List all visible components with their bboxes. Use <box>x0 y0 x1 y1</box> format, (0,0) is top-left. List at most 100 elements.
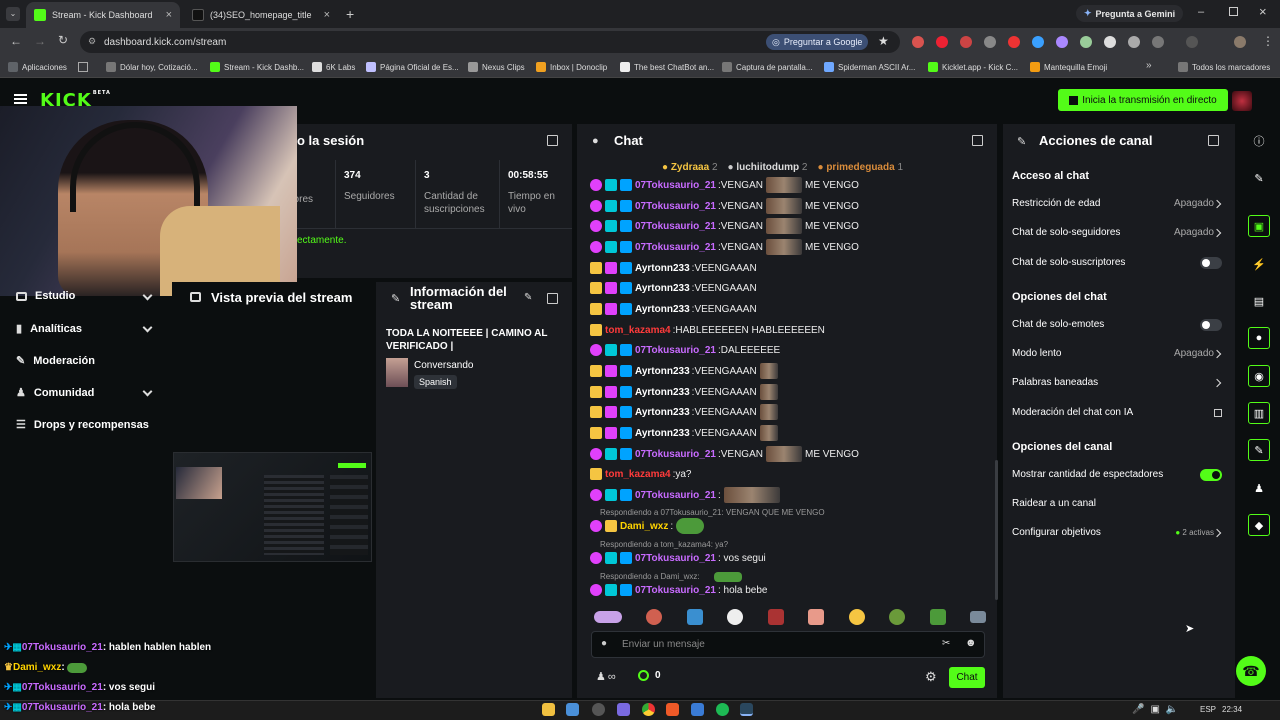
bookmark-star-icon[interactable]: ★ <box>878 34 889 48</box>
app-icon[interactable] <box>566 703 579 716</box>
new-tab-button[interactable]: + <box>346 6 354 22</box>
back-icon[interactable]: ← <box>10 34 22 48</box>
extension-icon[interactable] <box>1008 36 1020 48</box>
gemini-button[interactable]: ✦ Pregunta a Gemini <box>1076 5 1184 22</box>
expand-icon[interactable] <box>972 135 983 146</box>
bookmark-item[interactable]: Dólar hoy, Cotizació... <box>106 62 198 72</box>
help-chat-button[interactable]: ☎ <box>1236 656 1266 686</box>
chat-message[interactable]: 07Tokusaurio_21: DALEEEEEE <box>590 342 780 358</box>
chat-username[interactable]: tom_kazama4 <box>605 325 671 336</box>
emote-icon[interactable] <box>929 609 946 625</box>
bookmark-item[interactable]: The best ChatBot an... <box>620 62 714 72</box>
clock[interactable]: 22:34 <box>1222 705 1242 714</box>
extension-icon[interactable] <box>1128 36 1140 48</box>
chat-message[interactable]: Ayrtonn233: VEENGAAAN <box>590 384 781 400</box>
goals-row[interactable]: Configurar objetivos ● 2 activas <box>1012 527 1224 538</box>
raid-row[interactable]: Raidear a un canal <box>1012 498 1224 509</box>
edit-pencil-icon[interactable]: ✎ <box>524 292 532 303</box>
chat-message[interactable]: Ayrtonn233: VEENGAAAN <box>590 425 781 441</box>
hamburger-menu-icon[interactable] <box>14 94 27 104</box>
chat-username[interactable]: 07Tokusaurio_21 <box>635 490 716 501</box>
chat-username[interactable]: 07Tokusaurio_21 <box>635 221 716 232</box>
nav-studio[interactable]: Estudio <box>16 290 75 302</box>
chat-message[interactable]: 07Tokusaurio_21: <box>590 487 783 503</box>
chat-username[interactable]: Ayrtonn233 <box>635 387 690 398</box>
extension-icon[interactable] <box>1032 36 1044 48</box>
extension-icon[interactable] <box>1056 36 1068 48</box>
chat-username[interactable]: Ayrtonn233 <box>635 263 690 274</box>
maximize-button[interactable] <box>1229 7 1238 16</box>
nav-moderation[interactable]: ✎ Moderación <box>16 354 95 368</box>
followers-only-row[interactable]: Chat de solo-seguidores Apagado <box>1012 227 1224 238</box>
chat-message[interactable]: Ayrtonn233: VEENGAAAN <box>590 301 757 317</box>
tray-icons[interactable]: 🎤▣🔈 <box>1132 704 1184 715</box>
chat-icon[interactable]: ● <box>1248 327 1270 349</box>
chat-username[interactable]: tom_kazama4 <box>605 469 671 480</box>
channel-points[interactable]: 0 <box>638 670 661 681</box>
site-info-icon[interactable]: ⚙ <box>88 36 96 47</box>
bookmark-item[interactable]: Spiderman ASCII Ar... <box>824 62 915 72</box>
chat-username[interactable]: 07Tokusaurio_21 <box>635 449 716 460</box>
chat-message[interactable]: Ayrtonn233: VEENGAAAN <box>590 260 757 276</box>
emotes-only-toggle[interactable] <box>1200 319 1222 331</box>
emote-icon[interactable] <box>646 609 663 625</box>
emote-icon[interactable] <box>889 609 906 625</box>
more-bookmarks-icon[interactable]: » <box>1146 60 1152 71</box>
chat-message[interactable]: Ayrtonn233: VEENGAAAN <box>590 280 757 296</box>
chat-message[interactable]: 07Tokusaurio_21: VENGAN ME VENGO <box>590 177 859 193</box>
send-chat-button[interactable]: Chat <box>949 667 985 688</box>
bookmark-item[interactable]: Mantequilla Emoji <box>1030 62 1107 72</box>
gifter-item[interactable]: ● primedeguada 1 <box>817 162 903 173</box>
browser-menu-icon[interactable]: ⋮ <box>1262 34 1274 48</box>
chat-username[interactable]: 07Tokusaurio_21 <box>635 242 716 253</box>
gem-icon[interactable]: ◆ <box>1248 514 1270 536</box>
apps-grid-icon[interactable] <box>78 62 88 72</box>
bookmark-item[interactable]: Nexus Clips <box>468 62 525 72</box>
extension-icon[interactable] <box>984 36 996 48</box>
bookmark-item[interactable]: Kicklet.app - Kick C... <box>928 62 1018 72</box>
chat-message[interactable]: 07Tokusaurio_21: VENGAN ME VENGO <box>590 446 859 462</box>
extension-icon[interactable] <box>936 36 948 48</box>
close-tab-icon[interactable]: × <box>324 9 330 21</box>
download-icon[interactable] <box>1186 36 1198 48</box>
chat-input[interactable]: ● Enviar un mensaje ✂ ☻ <box>591 631 985 658</box>
chat-username[interactable]: 07Tokusaurio_21 <box>635 201 716 212</box>
nav-drops[interactable]: ☰ Drops y recompensas <box>16 418 149 432</box>
emote-icon[interactable] <box>686 609 703 625</box>
emote-icon[interactable] <box>848 609 865 625</box>
app-icon[interactable] <box>691 703 704 716</box>
bookmark-item[interactable]: Captura de pantalla... <box>722 62 813 72</box>
show-viewers-toggle[interactable] <box>1200 469 1222 481</box>
extension-icon[interactable] <box>960 36 972 48</box>
nav-community[interactable]: ♟ Comunidad <box>16 386 94 400</box>
broadcast-icon[interactable]: ◉ <box>1248 365 1270 387</box>
bookmark-item[interactable]: 6K Labs <box>312 62 355 72</box>
expand-icon[interactable] <box>547 135 558 146</box>
brave-icon[interactable] <box>666 703 679 716</box>
gifter-item[interactable]: ● luchiitodump 2 <box>728 162 808 173</box>
emote-icon[interactable] <box>808 609 825 625</box>
document-icon[interactable]: ▤ <box>1248 290 1270 312</box>
age-restriction-row[interactable]: Restricción de edad Apagado <box>1012 198 1224 209</box>
bookmark-item[interactable]: Inbox | Donoclip <box>536 62 607 72</box>
chat-username[interactable]: 07Tokusaurio_21 <box>635 345 716 356</box>
lightning-icon[interactable]: ⚡ <box>1248 253 1270 275</box>
chat-settings-bubble-icon[interactable]: ● <box>601 638 607 649</box>
chat-settings-gear-icon[interactable]: ⚙ <box>925 669 937 685</box>
forward-icon[interactable]: → <box>34 34 46 48</box>
chatters-counter[interactable]: ♟ ∞ <box>596 670 616 684</box>
minimize-button[interactable]: – <box>1198 6 1204 18</box>
chat-message[interactable]: 07Tokusaurio_21: hola bebe <box>590 582 767 598</box>
emote-icon[interactable] <box>594 611 622 623</box>
app-icon[interactable] <box>617 703 630 716</box>
user-avatar[interactable] <box>1232 91 1252 111</box>
pencil-icon[interactable]: ✎ <box>1248 167 1270 189</box>
extensions-puzzle-icon[interactable] <box>1152 36 1164 48</box>
tab-seo[interactable]: (34)SEO_homepage_title × <box>184 2 338 28</box>
chat-message[interactable]: 07Tokusaurio_21: VENGAN ME VENGO <box>590 198 859 214</box>
extension-icon[interactable] <box>1104 36 1116 48</box>
file-explorer-icon[interactable] <box>542 703 555 716</box>
chrome-icon[interactable] <box>642 703 655 716</box>
stream-preview-video[interactable] <box>173 452 372 562</box>
emote-icon[interactable] <box>969 611 986 623</box>
